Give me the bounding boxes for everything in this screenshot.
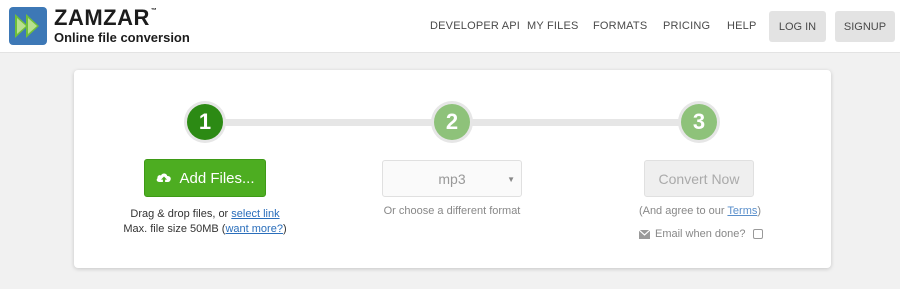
selected-format: mp3 <box>438 170 466 187</box>
site-header: ZAMZAR ™ Online file conversion DEVELOPER… <box>0 0 900 53</box>
drag-drop-info: Drag & drop files, or select link Max. f… <box>123 208 287 235</box>
step-2-badge: 2 <box>434 104 470 140</box>
format-select[interactable]: mp3 ▼ <box>382 160 522 197</box>
nav-help[interactable]: HELP <box>727 20 757 32</box>
cloud-upload-icon <box>157 173 172 185</box>
logo-arrows-icon <box>9 7 47 45</box>
signup-button[interactable]: SIGNUP <box>835 11 895 42</box>
add-files-label: Add Files... <box>179 169 255 187</box>
nav-my-files[interactable]: MY FILES <box>527 20 579 32</box>
nav-developer-api[interactable]: DEVELOPER API <box>430 20 520 32</box>
step-3-badge: 3 <box>681 104 717 140</box>
email-when-done: Email when done? <box>639 226 763 242</box>
select-link[interactable]: select link <box>231 208 279 220</box>
terms-notice: (And agree to our Terms) <box>638 205 762 217</box>
brand-name: ZAMZAR ™ <box>54 5 158 30</box>
step-1-badge: 1 <box>187 104 223 140</box>
nav-pricing[interactable]: PRICING <box>663 20 710 32</box>
dropdown-caret-icon: ▼ <box>507 175 515 184</box>
email-label: Email when done? <box>655 228 746 240</box>
login-button[interactable]: LOG IN <box>769 11 826 42</box>
nav-formats[interactable]: FORMATS <box>593 20 647 32</box>
want-more-link[interactable]: want more? <box>225 223 282 235</box>
envelope-icon <box>639 229 650 239</box>
terms-link[interactable]: Terms <box>727 205 757 217</box>
zamzar-logo[interactable]: ZAMZAR ™ Online file conversion <box>9 7 190 45</box>
email-checkbox[interactable] <box>752 229 763 239</box>
brand-tagline: Online file conversion <box>54 30 190 45</box>
add-files-button[interactable]: Add Files... <box>144 159 266 197</box>
convert-now-button[interactable]: Convert Now <box>644 160 754 197</box>
format-hint: Or choose a different format <box>383 205 521 217</box>
